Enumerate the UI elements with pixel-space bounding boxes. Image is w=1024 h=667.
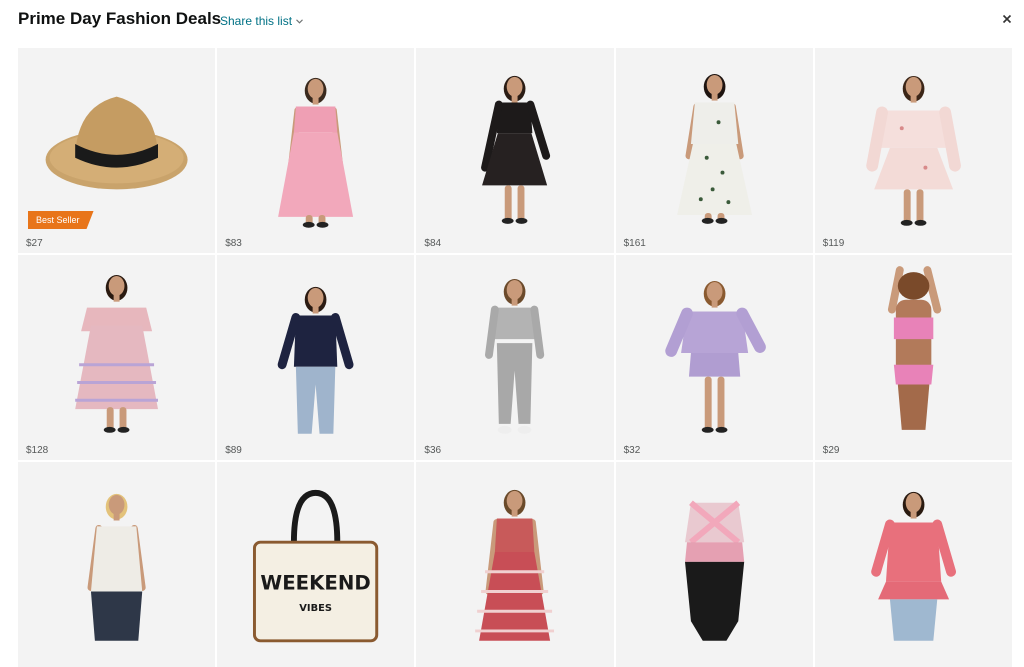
list-title: Prime Day Fashion Deals — [18, 9, 222, 28]
product-price: $83 — [225, 238, 242, 249]
product-price: $32 — [623, 445, 641, 456]
product-price: $84 — [424, 238, 442, 249]
product-image — [416, 48, 613, 236]
best-seller-badge: Best Seller — [28, 211, 94, 229]
product-price: $128 — [26, 445, 49, 456]
product-tile[interactable]: $36 — [416, 255, 614, 460]
product-tile[interactable]: $29 — [814, 255, 1012, 460]
share-list-label: Share this list — [220, 14, 293, 28]
product-price: $119 — [822, 238, 845, 249]
product-price: $36 — [424, 445, 442, 456]
product-tile[interactable]: $89 — [217, 255, 415, 460]
product-tile[interactable]: $32 — [615, 255, 813, 460]
product-tile[interactable] — [615, 462, 813, 667]
product-tile[interactable] — [18, 462, 216, 667]
product-price: $27 — [26, 238, 43, 249]
product-tile[interactable] — [814, 462, 1012, 667]
share-list-button[interactable]: Share this list — [220, 14, 303, 28]
product-tile[interactable]: Best Seller $27 — [18, 48, 216, 253]
product-tile[interactable]: $84 — [416, 48, 614, 253]
product-image — [18, 255, 215, 443]
product-tile[interactable] — [416, 462, 614, 667]
modal-header: Prime Day Fashion Deals Share this list — [0, 0, 1024, 40]
product-tile[interactable]: $119 — [814, 48, 1012, 253]
product-image — [416, 255, 613, 443]
product-price: $29 — [822, 445, 840, 456]
chevron-down-icon — [296, 18, 303, 24]
product-image — [616, 255, 813, 443]
product-tile[interactable]: $83 — [217, 48, 415, 253]
close-icon[interactable] — [1000, 12, 1014, 26]
svg-text:WEEKEND: WEEKEND — [261, 572, 371, 595]
product-tile[interactable]: $128 — [18, 255, 216, 460]
product-price: $89 — [225, 445, 242, 456]
product-tile[interactable]: $161 — [615, 48, 813, 253]
product-image — [815, 255, 1012, 443]
product-grid: Best Seller $27 $83 $84 $161 $119 $128 $… — [18, 48, 1012, 667]
product-image — [18, 48, 215, 236]
product-image — [217, 48, 414, 236]
svg-text:VIBES: VIBES — [299, 603, 332, 614]
product-tile[interactable]: WEEKEND VIBES — [217, 462, 415, 667]
product-image — [616, 48, 813, 236]
product-price: $161 — [623, 238, 646, 249]
product-image — [815, 48, 1012, 236]
product-image — [217, 255, 414, 443]
